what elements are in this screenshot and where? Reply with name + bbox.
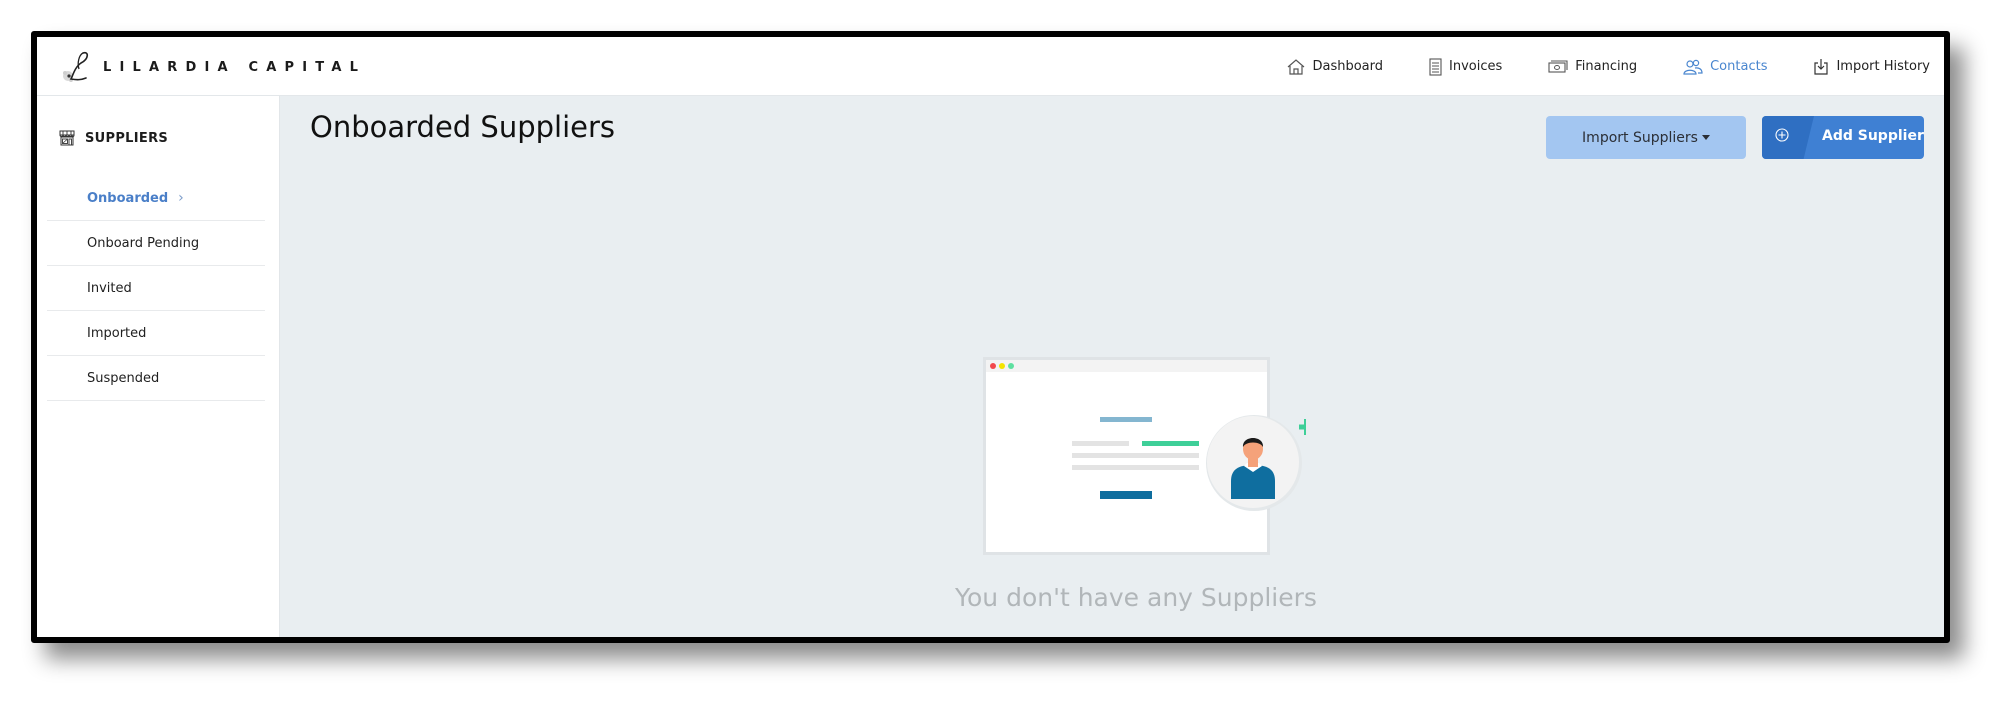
import-suppliers-label: Import Suppliers [1582, 129, 1698, 146]
document-icon [1429, 57, 1442, 76]
caret-down-icon [1701, 135, 1710, 140]
sidebar-item-label: Onboarded [87, 190, 169, 206]
nav-import-history-label: Import History [1836, 59, 1930, 74]
sidebar-item-onboarded[interactable]: Onboarded › [47, 176, 265, 221]
contacts-icon [1683, 59, 1703, 75]
sidebar-menu: Onboarded › Onboard Pending Invited Impo… [47, 176, 265, 401]
app-window: LILARDIA CAPITAL Dashboard Invoices Fina… [31, 31, 1950, 643]
brand-name: LILARDIA CAPITAL [103, 59, 367, 75]
window-minimize-dot [999, 363, 1005, 369]
storefront-icon [59, 130, 75, 146]
sidebar-item-suspended[interactable]: Suspended [47, 356, 265, 401]
placeholder-heading-bar [1100, 417, 1152, 422]
empty-state-message: You don't have any Suppliers [955, 583, 1317, 612]
chevron-right-icon: › [178, 190, 184, 206]
nav-financing[interactable]: Financing [1548, 59, 1637, 74]
placeholder-accent-line [1142, 441, 1199, 446]
nav-dashboard-label: Dashboard [1312, 59, 1383, 74]
window-maximize-dot [1008, 363, 1014, 369]
sidebar-section-header: SUPPLIERS [59, 130, 168, 146]
sidebar-item-imported[interactable]: Imported [47, 311, 265, 356]
sidebar-item-label: Onboard Pending [87, 235, 200, 251]
sidebar: SUPPLIERS Onboarded › Onboard Pending In… [37, 96, 280, 637]
brand-logo[interactable]: LILARDIA CAPITAL [59, 47, 366, 87]
import-box-icon [1814, 58, 1829, 75]
nav-contacts-label: Contacts [1710, 59, 1768, 74]
nav-contacts[interactable]: Contacts [1683, 59, 1767, 75]
nav-import-history[interactable]: Import History [1813, 58, 1930, 76]
placeholder-line [1072, 441, 1129, 446]
nav-dashboard[interactable]: Dashboard [1287, 58, 1383, 75]
nav-invoices-label: Invoices [1449, 59, 1503, 74]
empty-state-illustration [983, 357, 1306, 555]
import-suppliers-button[interactable]: Import Suppliers [1546, 116, 1746, 159]
script-l-monogram-icon [63, 51, 89, 82]
browser-titlebar [986, 360, 1267, 372]
circle-plus-icon [1775, 128, 1789, 142]
sidebar-item-label: Suspended [87, 370, 160, 386]
sidebar-item-label: Invited [87, 280, 132, 296]
nav-invoices[interactable]: Invoices [1429, 57, 1503, 76]
money-icon [1548, 59, 1568, 73]
home-icon [1288, 58, 1305, 75]
top-header: LILARDIA CAPITAL Dashboard Invoices Fina… [37, 37, 1944, 96]
placeholder-line [1072, 465, 1199, 470]
add-supplier-label: Add Supplier [1822, 128, 1924, 144]
placeholder-line [1072, 453, 1199, 458]
placeholder-button-bar [1100, 491, 1152, 499]
main-content: Onboarded Suppliers Import Suppliers Add… [280, 96, 1944, 637]
add-plus-icon [1299, 419, 1306, 435]
window-close-dot [990, 363, 996, 369]
sidebar-item-onboard-pending[interactable]: Onboard Pending [47, 221, 265, 266]
sidebar-item-label: Imported [87, 325, 147, 341]
nav-financing-label: Financing [1575, 59, 1638, 74]
add-supplier-button[interactable]: Add Supplier [1762, 116, 1924, 159]
sidebar-item-invited[interactable]: Invited [47, 266, 265, 311]
sidebar-section-title: SUPPLIERS [85, 130, 169, 146]
page-title: Onboarded Suppliers [310, 110, 616, 144]
main-nav: Dashboard Invoices Financing Contacts Im… [1241, 37, 1930, 96]
